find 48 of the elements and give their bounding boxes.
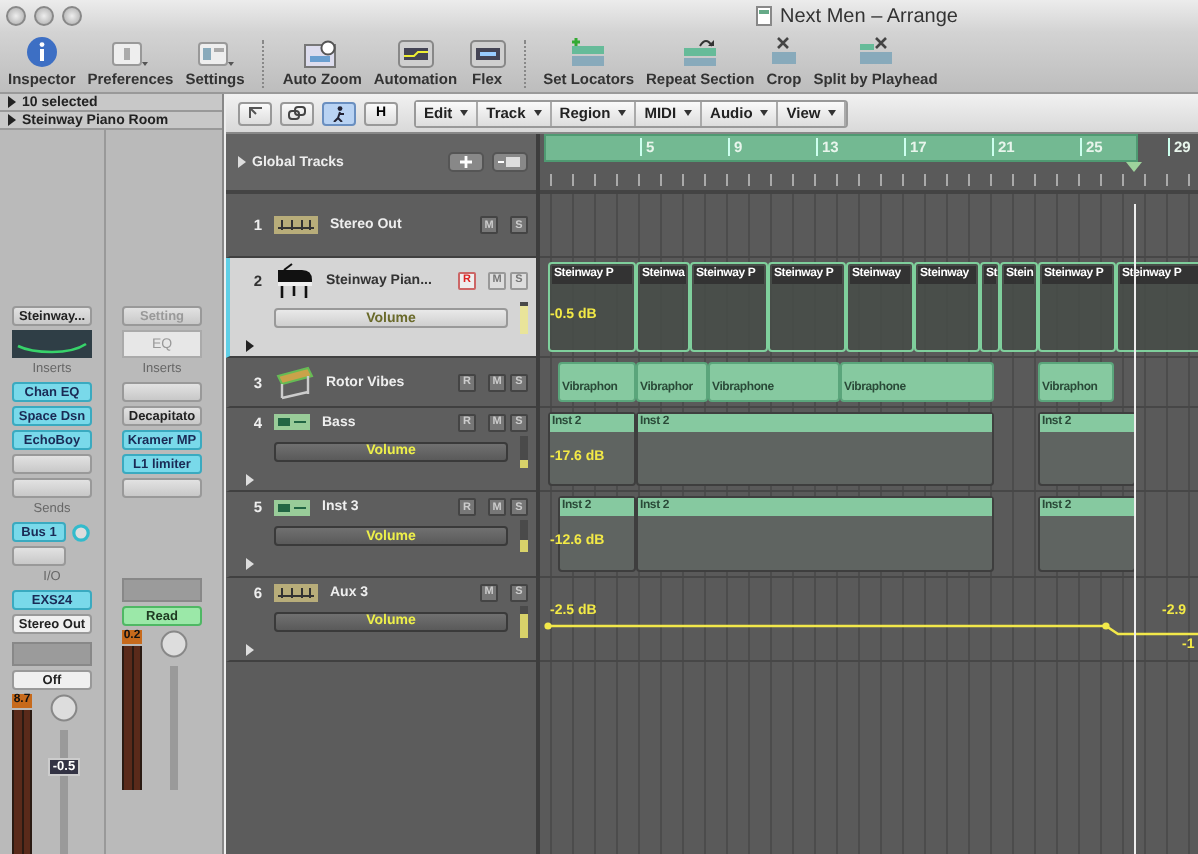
automation-window-icon [397,40,434,68]
eq-curve-display[interactable] [12,330,92,358]
insert-slot[interactable] [122,478,202,498]
close-button[interactable] [6,6,26,26]
document-icon [756,6,772,26]
tool-button[interactable] [238,101,272,125]
tool-button[interactable] [280,101,314,125]
repeat-section-icon [682,36,719,68]
split-icon [857,36,894,68]
tool-button[interactable] [322,101,356,125]
pan-knob[interactable] [50,694,78,722]
link-icon [288,106,306,120]
zoom-window-icon [304,38,341,68]
zoom-button[interactable] [62,6,82,26]
caret-icon [618,110,627,116]
level-meter [122,646,142,790]
locators-icon [570,36,607,68]
send-slot[interactable] [12,546,66,566]
send-knob[interactable] [72,523,90,541]
insert-slot[interactable] [12,454,92,474]
switch-panel-icon [112,40,149,68]
window-panel-icon [197,40,234,68]
grand-piano-icon [274,262,314,298]
caret-icon [828,110,837,116]
flex-window-icon [469,40,506,68]
folder-button[interactable] [492,152,528,172]
keyboard-icon [274,414,310,430]
vibraphone-icon [274,364,314,400]
info-icon [25,36,58,68]
corner-arrow-icon [247,106,263,120]
insert-slot[interactable] [122,382,202,402]
disclosure-icon [238,156,246,168]
caret-icon [460,110,469,116]
caret-icon [533,110,542,116]
add-track-button[interactable] [448,152,484,172]
window-title: Next Men – Arrange [780,5,958,27]
running-figure-icon [332,105,346,121]
level-meter [12,710,32,854]
minimize-button[interactable] [34,6,54,26]
caret-icon [760,110,769,116]
channel-strip-icon [274,583,318,601]
caret-icon [684,110,693,116]
cycle-region[interactable] [544,134,1138,162]
insert-slot[interactable] [12,478,92,498]
crop-icon [767,36,800,68]
channel-strip-icon [274,216,318,234]
keyboard-icon [274,499,310,515]
pan-knob[interactable] [160,630,188,658]
